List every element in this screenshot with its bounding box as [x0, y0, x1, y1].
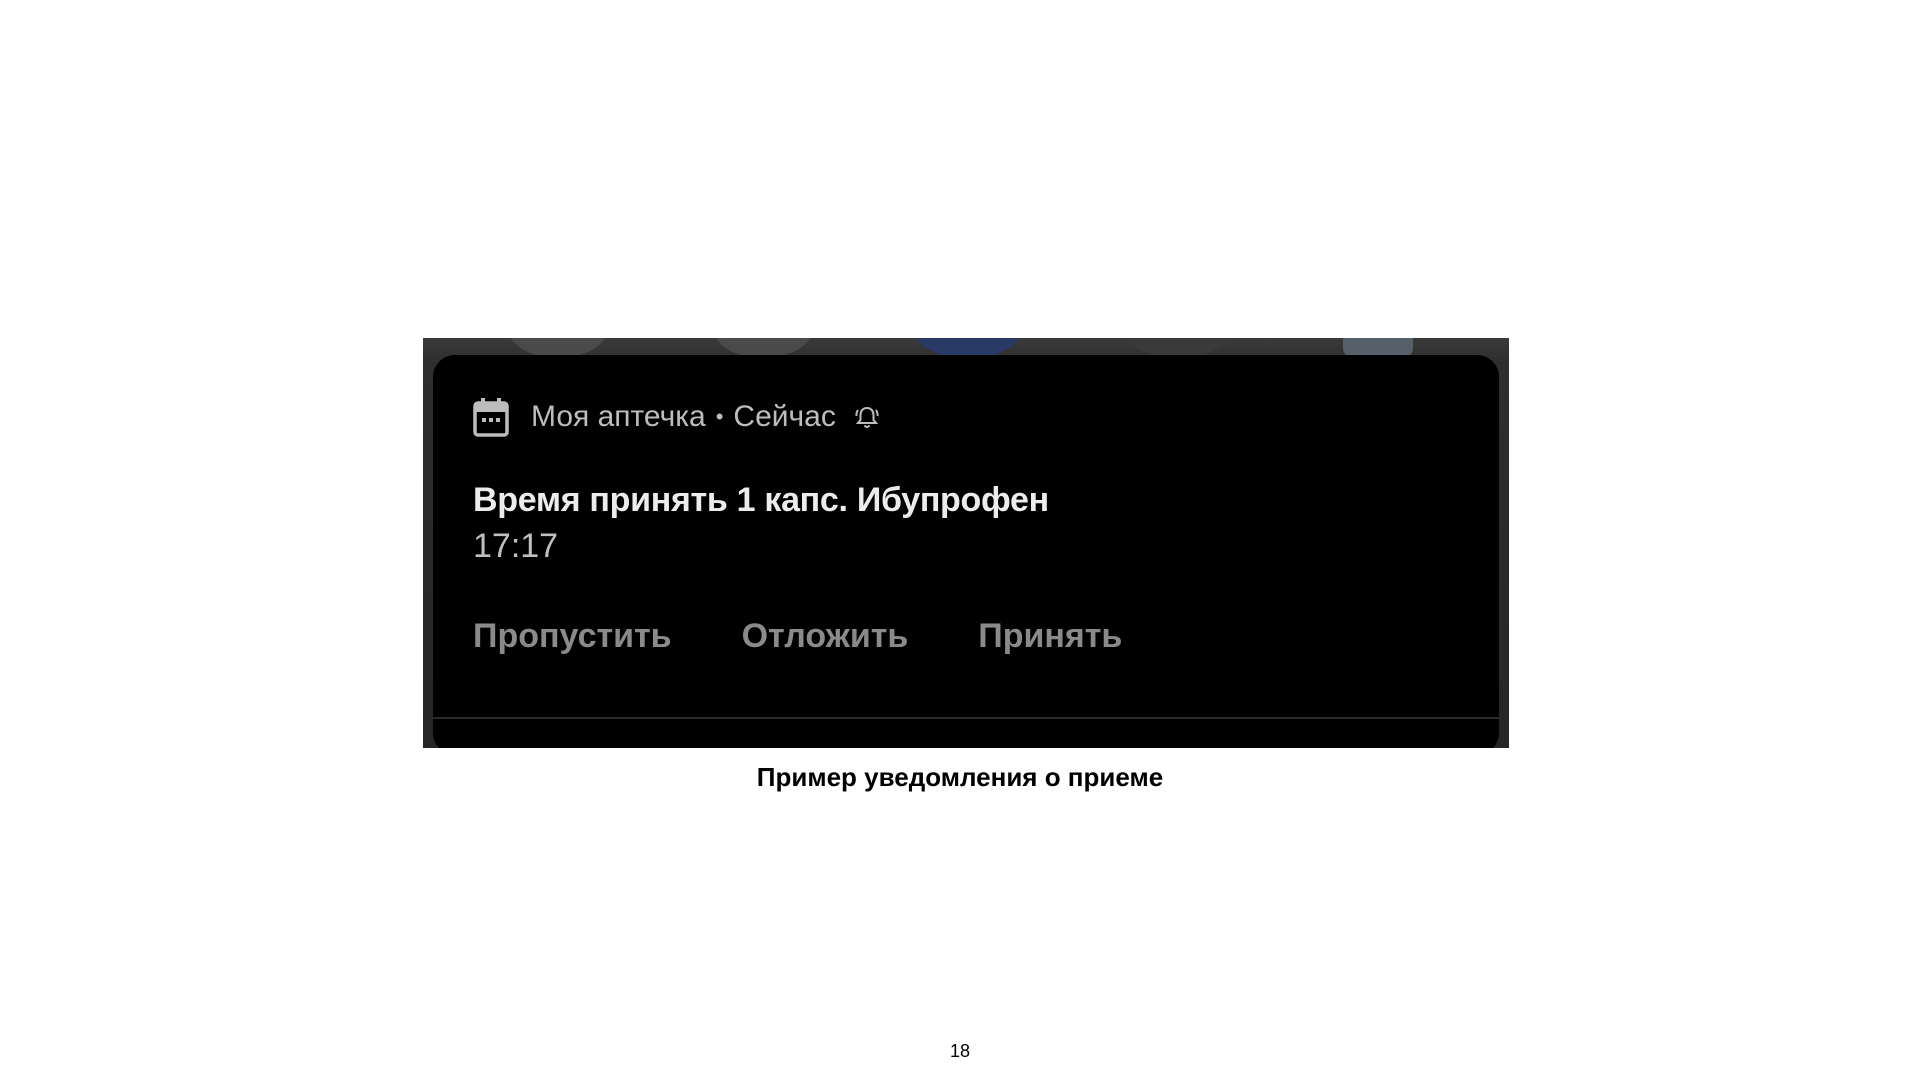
accept-button[interactable]: Принять	[978, 617, 1122, 656]
notification-time-label: Сейчас	[733, 400, 836, 433]
divider	[433, 717, 1499, 719]
figure-caption: Пример уведомления о приеме	[756, 762, 1164, 792]
app-name: Моя аптечка	[531, 400, 706, 433]
notification-header: Моя аптечка • Сейчас	[473, 397, 880, 437]
notification-title: Время принять 1 капс. Ибупрофен	[473, 481, 1049, 519]
notification-time: 17:17	[473, 527, 559, 565]
bell-icon	[854, 404, 880, 430]
postpone-button[interactable]: Отложить	[742, 617, 909, 656]
notification-screenshot: Моя аптечка • Сейчас Время принять 1 кап…	[423, 338, 1509, 748]
header-separator: •	[715, 404, 724, 429]
calendar-icon	[473, 397, 509, 437]
page-number: 18	[949, 1041, 971, 1061]
skip-button[interactable]: Пропустить	[473, 617, 672, 656]
notification-actions: Пропустить Отложить Принять	[473, 617, 1122, 656]
notification-card[interactable]: Моя аптечка • Сейчас Время принять 1 кап…	[433, 355, 1499, 748]
